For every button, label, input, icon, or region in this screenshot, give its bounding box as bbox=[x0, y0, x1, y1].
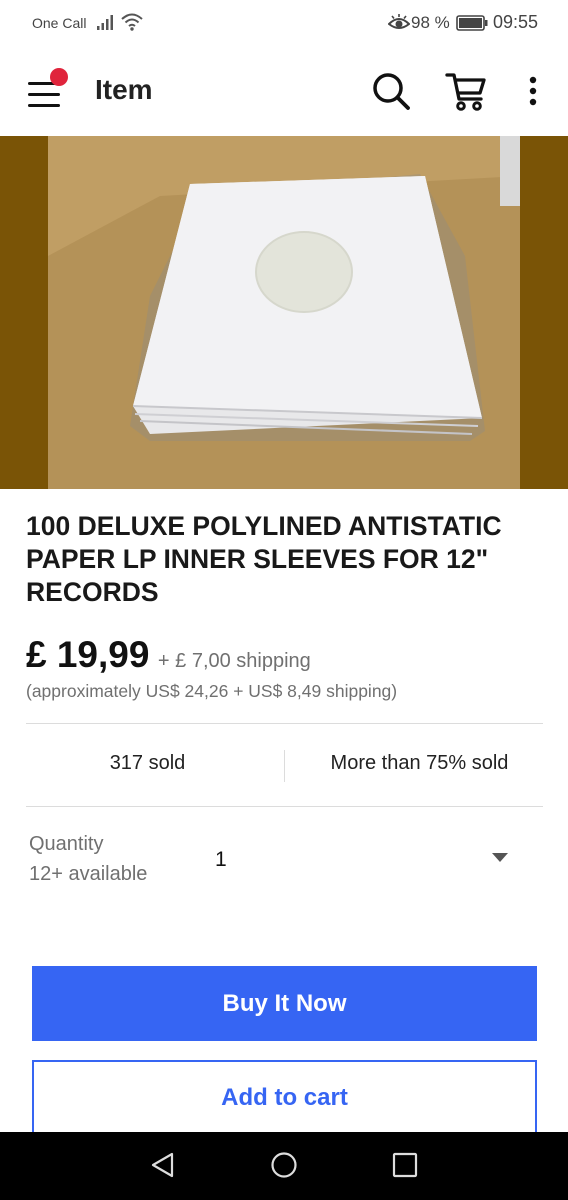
chevron-down-icon bbox=[492, 853, 508, 862]
wifi-icon bbox=[121, 13, 143, 31]
menu-icon-line bbox=[28, 93, 60, 96]
status-bar: One Call 98 % 09:55 bbox=[0, 0, 568, 50]
price-row: £ 19,99 + £ 7,00 shipping bbox=[26, 634, 546, 678]
page-title: Item bbox=[95, 74, 153, 105]
quantity-select[interactable]: 1 bbox=[206, 838, 520, 882]
quantity-available: 12+ available bbox=[29, 863, 148, 885]
quantity-value: 1 bbox=[215, 848, 227, 871]
signal-icon bbox=[97, 15, 113, 30]
notification-dot bbox=[50, 68, 68, 86]
carrier-name: One Call bbox=[32, 15, 87, 31]
menu-icon-line bbox=[28, 104, 60, 107]
sold-count: 317 sold bbox=[109, 752, 186, 774]
system-nav-bar bbox=[0, 1132, 568, 1200]
battery-percent: 98 % bbox=[411, 13, 450, 32]
buy-it-now-button[interactable]: Buy It Now bbox=[32, 966, 537, 1041]
product-title: 100 DELUXE POLYLINED ANTISTATIC PAPER LP… bbox=[26, 511, 502, 607]
eye-comfort-icon bbox=[388, 14, 410, 29]
sold-percent: More than 75% sold bbox=[330, 752, 509, 774]
clock: 09:55 bbox=[493, 12, 539, 32]
search-icon[interactable] bbox=[370, 70, 412, 112]
divider bbox=[26, 806, 543, 807]
approx-price: (approximately US$ 24,26 + US$ 8,49 ship… bbox=[26, 681, 398, 701]
vertical-divider bbox=[284, 750, 285, 782]
product-image[interactable] bbox=[0, 136, 568, 489]
shipping-cost: + £ 7,00 shipping bbox=[157, 650, 311, 672]
recent-apps-icon[interactable] bbox=[391, 1151, 419, 1179]
menu-button[interactable] bbox=[26, 68, 68, 114]
back-icon[interactable] bbox=[148, 1150, 178, 1180]
more-vertical-icon[interactable] bbox=[518, 74, 548, 110]
home-icon[interactable] bbox=[269, 1150, 299, 1180]
quantity-label: Quantity bbox=[29, 833, 104, 855]
app-bar: Item bbox=[0, 50, 568, 136]
divider bbox=[26, 723, 543, 724]
cart-icon[interactable] bbox=[444, 68, 490, 114]
add-to-cart-button[interactable]: Add to cart bbox=[32, 1060, 537, 1136]
battery-icon bbox=[456, 15, 488, 31]
price: £ 19,99 bbox=[26, 634, 150, 675]
